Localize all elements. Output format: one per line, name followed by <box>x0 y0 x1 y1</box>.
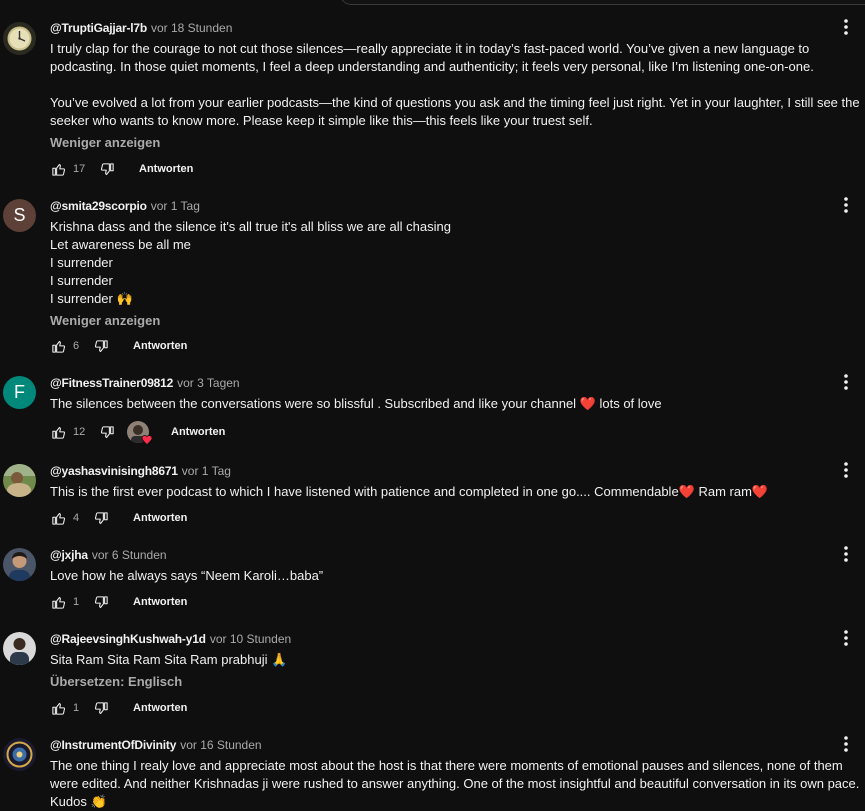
like-icon[interactable] <box>50 338 66 354</box>
show-less-button[interactable]: Weniger anzeigen <box>50 313 160 328</box>
avatar[interactable]: S <box>3 199 36 232</box>
comment-text: I truly clap for the courage to not cut … <box>50 41 860 128</box>
heart-icon <box>141 435 153 446</box>
search-bar-edge <box>340 0 865 5</box>
more-actions-icon[interactable] <box>841 195 851 215</box>
dislike-icon[interactable] <box>93 510 109 526</box>
landscape-avatar-icon <box>3 464 36 497</box>
comment-text: Sita Ram Sita Ram Sita Ram prabhuji 🙏 <box>50 652 288 667</box>
comment-text: The one thing I realy love and appreciat… <box>50 758 860 809</box>
like-count: 1 <box>73 702 80 714</box>
avatar[interactable]: F <box>3 376 36 409</box>
emblem-avatar-icon <box>3 738 36 771</box>
comment-time[interactable]: vor 10 Stunden <box>210 632 291 646</box>
reply-button[interactable]: Antworten <box>133 340 187 352</box>
more-actions-icon[interactable] <box>841 17 851 37</box>
more-actions-icon[interactable] <box>841 460 851 480</box>
like-icon[interactable] <box>50 161 66 177</box>
reply-button[interactable]: Antworten <box>133 596 187 608</box>
person-avatar-icon <box>3 632 36 665</box>
dislike-icon[interactable] <box>93 338 109 354</box>
comment-text: Krishna dass and the silence it's all tr… <box>50 219 451 306</box>
comment-text: Love how he always says “Neem Karoli…bab… <box>50 568 324 583</box>
comment-author[interactable]: @TruptiGajjar-l7b <box>50 21 147 35</box>
comment-time[interactable]: vor 1 Tag <box>182 464 231 478</box>
comment-author[interactable]: @FitnessTrainer09812 <box>50 376 173 390</box>
comment-text: This is the first ever podcast to which … <box>50 484 769 499</box>
more-actions-icon[interactable] <box>841 372 851 392</box>
more-actions-icon[interactable] <box>841 734 851 754</box>
like-count: 1 <box>73 596 80 608</box>
dislike-icon[interactable] <box>99 161 115 177</box>
comment-author[interactable]: @InstrumentOfDivinity <box>50 738 176 752</box>
reply-button[interactable]: Antworten <box>171 426 225 438</box>
avatar-letter: F <box>14 382 25 402</box>
person-avatar-icon <box>3 548 36 581</box>
show-less-button[interactable]: Weniger anzeigen <box>50 135 160 150</box>
translate-button[interactable]: Übersetzen: Englisch <box>50 674 182 689</box>
like-icon[interactable] <box>50 594 66 610</box>
comment-text: The silences between the conversations w… <box>50 396 662 411</box>
avatar[interactable] <box>3 548 36 581</box>
comment-author[interactable]: @jxjha <box>50 548 88 562</box>
comment-time[interactable]: vor 16 Stunden <box>180 738 261 752</box>
reply-button[interactable]: Antworten <box>133 702 187 714</box>
comment-time[interactable]: vor 6 Stunden <box>92 548 167 562</box>
more-actions-icon[interactable] <box>841 544 851 564</box>
creator-heart-badge <box>127 421 153 446</box>
reply-button[interactable]: Antworten <box>133 512 187 524</box>
comment-time[interactable]: vor 1 Tag <box>151 199 200 213</box>
comment-author[interactable]: @RajeevsinghKushwah-y1d <box>50 632 206 646</box>
like-count: 12 <box>73 426 86 438</box>
avatar[interactable] <box>3 22 36 55</box>
like-count: 6 <box>73 340 80 352</box>
avatar-letter: S <box>13 205 26 225</box>
like-icon[interactable] <box>50 510 66 526</box>
dislike-icon[interactable] <box>93 594 109 610</box>
avatar[interactable] <box>3 738 36 771</box>
like-count: 4 <box>73 512 80 524</box>
more-actions-icon[interactable] <box>841 628 851 648</box>
reply-button[interactable]: Antworten <box>139 163 193 175</box>
avatar[interactable] <box>3 632 36 665</box>
comment-author[interactable]: @smita29scorpio <box>50 199 147 213</box>
like-icon[interactable] <box>50 424 66 440</box>
comment-time[interactable]: vor 18 Stunden <box>151 21 232 35</box>
avatar[interactable] <box>3 464 36 497</box>
like-count: 17 <box>73 163 86 175</box>
dislike-icon[interactable] <box>99 424 115 440</box>
clock-avatar-icon <box>3 22 36 55</box>
like-icon[interactable] <box>50 700 66 716</box>
comment-author[interactable]: @yashasvinisingh8671 <box>50 464 178 478</box>
dislike-icon[interactable] <box>93 700 109 716</box>
comment-time[interactable]: vor 3 Tagen <box>177 376 240 390</box>
